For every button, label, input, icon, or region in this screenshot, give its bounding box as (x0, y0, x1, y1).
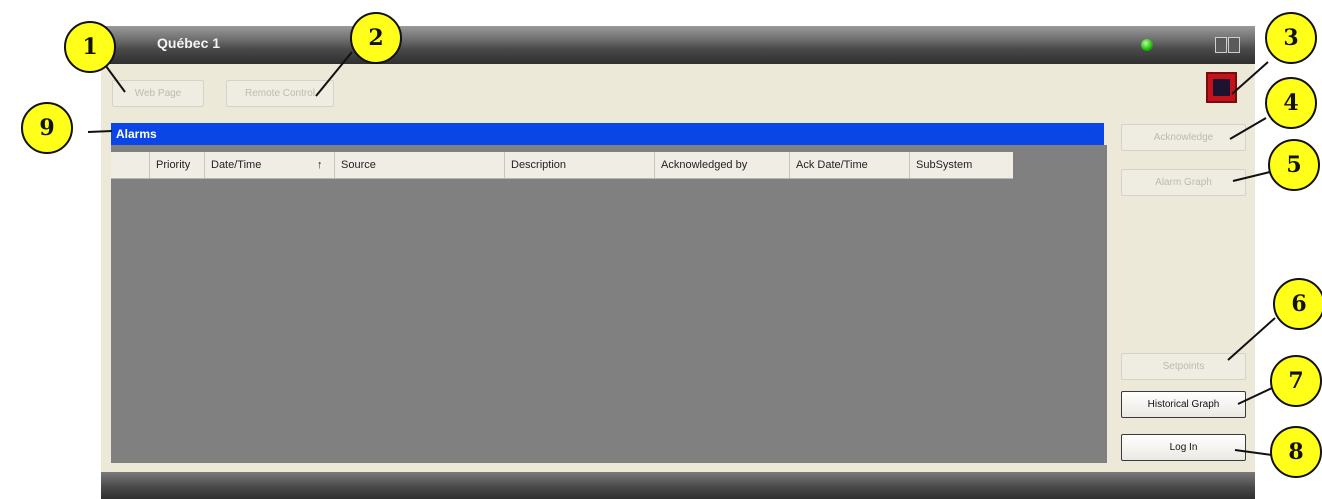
callout-marker-6: 6 (1273, 278, 1322, 330)
callout-marker-1: 1 (64, 21, 116, 73)
callout-marker-2: 2 (350, 12, 402, 64)
callout-marker-4: 4 (1265, 77, 1317, 129)
callout-marker-9: 9 (21, 102, 73, 154)
callout-marker-7: 7 (1270, 355, 1322, 407)
callout-marker-8: 8 (1270, 426, 1322, 478)
callout-pointer-lines (87, 51, 1276, 456)
callout-marker-5: 5 (1268, 139, 1320, 191)
callout-marker-3: 3 (1265, 12, 1317, 64)
